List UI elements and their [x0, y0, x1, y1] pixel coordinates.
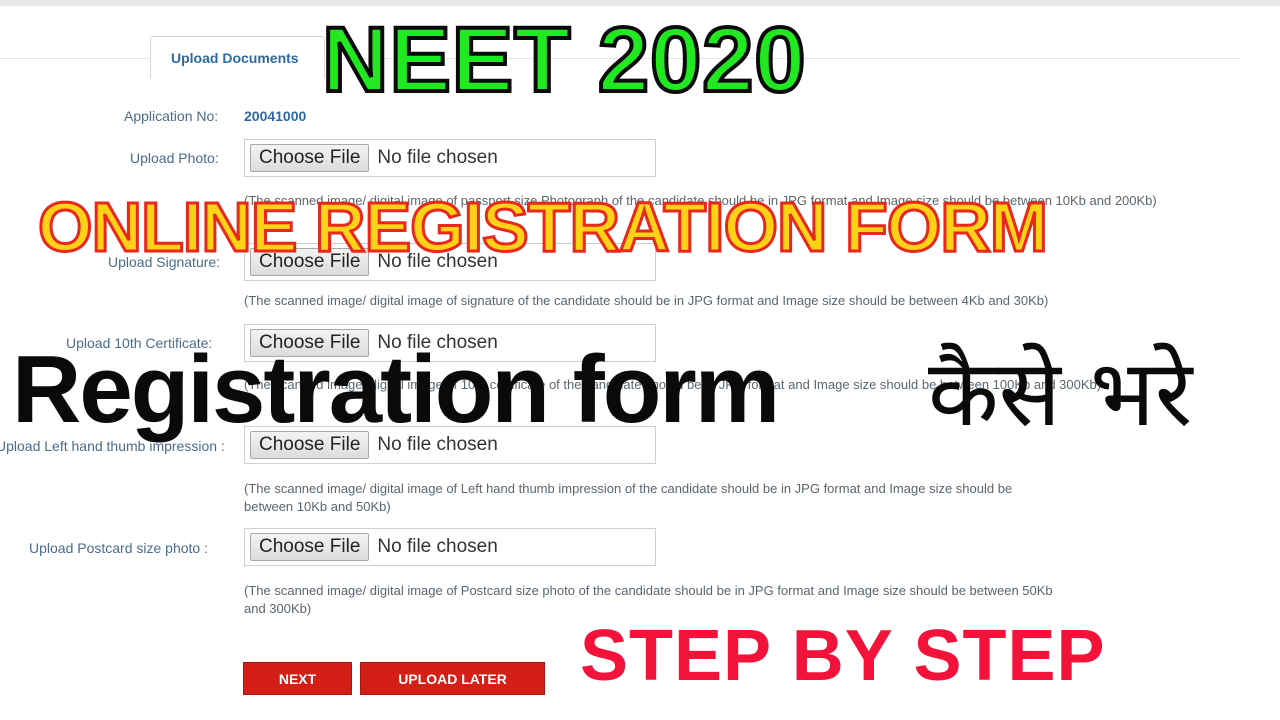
choose-file-button[interactable]: Choose File — [250, 533, 370, 561]
postcard-hint-line-1: (The scanned image/ digital image of Pos… — [244, 583, 1053, 598]
step-by-step-title: STEP BY STEP — [580, 616, 1106, 696]
application-no-value: 20041000 — [244, 108, 307, 124]
upload-photo-label: Upload Photo: — [130, 150, 219, 166]
registration-form-title: Registration form — [12, 336, 780, 443]
file-status: No file chosen — [377, 147, 498, 168]
signature-hint: (The scanned image/ digital image of sig… — [244, 293, 1049, 308]
thumb-hint-line-2: between 10Kb and 50Kb) — [244, 499, 391, 514]
tab-upload-documents[interactable]: Upload Documents — [150, 36, 325, 78]
neet-2020-title: NEET 2020 — [320, 9, 808, 111]
postcard-hint-line-2: and 300Kb) — [244, 601, 312, 616]
next-button[interactable]: NEXT — [243, 662, 352, 695]
file-status: No file chosen — [377, 536, 498, 557]
top-divider — [0, 0, 1280, 6]
online-registration-form-title: ONLINE REGISTRATION FORM — [36, 188, 1049, 266]
photo-file-input[interactable]: Choose File No file chosen — [244, 139, 656, 177]
postcard-file-input[interactable]: Choose File No file chosen — [244, 528, 656, 566]
application-no-label: Application No: — [124, 108, 219, 124]
upload-postcard-photo-label: Upload Postcard size photo : — [29, 540, 208, 556]
hindi-title: कैसे भरे — [928, 340, 1193, 447]
thumb-hint-line-1: (The scanned image/ digital image of Lef… — [244, 481, 1013, 496]
upload-later-button[interactable]: UPLOAD LATER — [360, 662, 545, 695]
choose-file-button[interactable]: Choose File — [250, 144, 370, 172]
